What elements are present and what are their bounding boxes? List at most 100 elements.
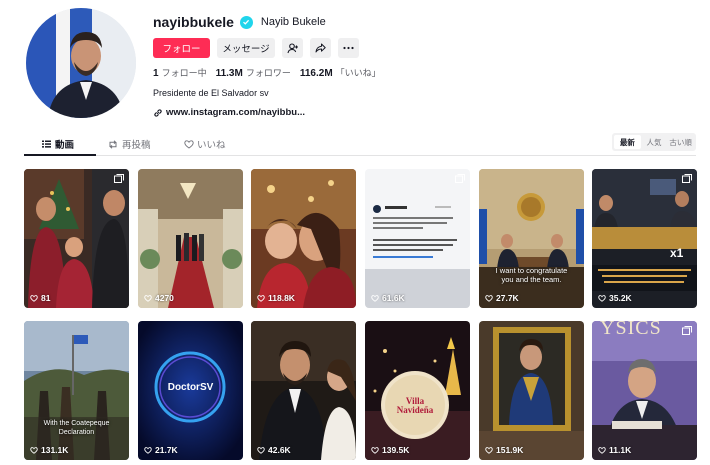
video-card[interactable]: x1 35.2K [592,169,697,308]
sort-switch: 最新 人気 古い順 [612,133,696,151]
view-count: 11.1K [598,445,631,455]
heart-outline-icon [30,446,38,454]
view-count: 151.9K [485,445,523,455]
followers-label: フォロワー [245,68,291,78]
view-count: 21.7K [144,445,178,455]
view-count: 81 [30,293,50,303]
video-card[interactable]: 4270 [138,169,243,308]
video-caption-text: I want to congratulate you and the team. [495,266,568,285]
view-count-text: 42.6K [268,445,291,455]
heart-outline-icon [144,294,152,302]
sort-popular-button[interactable]: 人気 [641,135,668,149]
video-thumbnail [479,169,584,308]
profile-bio: Presidente de El Salvador sv [153,88,269,98]
suggest-user-button[interactable] [282,38,303,58]
profile-info: nayibbukele Nayib Bukele フォロー メッセージ 1 フォ… [153,13,513,118]
follow-button[interactable]: フォロー [153,38,210,58]
following-stat[interactable]: 1 フォロー中 [153,66,207,79]
video-card[interactable]: DoctorSV 21.7K [138,321,243,460]
profile-avatar[interactable] [26,8,136,118]
followers-count: 11.3M [215,68,243,79]
share-icon [315,43,326,53]
heart-outline-icon [598,446,606,454]
heart-outline-icon [485,294,493,302]
active-tab-indicator [24,154,96,156]
heart-outline-icon [257,294,265,302]
username: nayibbukele [153,14,234,30]
video-thumbnail [251,321,356,460]
following-count: 1 [153,68,159,79]
video-card[interactable]: With the Coatepeque Declaration 131.1K [24,321,129,460]
video-thumbnail [365,321,470,460]
heart-outline-icon [485,446,493,454]
video-card[interactable]: 42.6K [251,321,356,460]
profile-tabs: 動画 再投稿 いいね 最新 人気 古い順 [24,133,696,156]
video-card[interactable]: YSICS 11.1K [592,321,697,460]
svg-text:x1: x1 [670,246,684,260]
tab-videos[interactable]: 動画 [42,137,74,151]
likes-stat: 116.2M 「いいね」 [300,66,381,79]
heart-outline-icon [30,294,38,302]
multi-photo-icon [114,174,124,183]
more-dots-icon [343,46,354,50]
followers-stat[interactable]: 11.3M フォロワー [216,66,291,79]
video-card[interactable]: 151.9K [479,321,584,460]
video-thumbnail [24,169,129,308]
video-thumbnail [251,169,356,308]
more-button[interactable] [338,38,359,58]
video-card[interactable]: I want to congratulate you and the team.… [479,169,584,308]
likes-label: 「いいね」 [335,68,381,78]
heart-outline-icon [184,139,194,149]
view-count: 4270 [144,293,174,303]
tab-videos-label: 動画 [55,140,75,151]
tab-reposts-label: 再投稿 [122,140,151,151]
nickname: Nayib Bukele [260,16,326,28]
profile-link-text: www.instagram.com/nayibbu... [166,107,306,118]
list-icon [42,140,51,148]
view-count: 27.7K [485,293,519,303]
likes-count: 116.2M [299,68,333,79]
video-thumbnail: x1 [592,169,697,308]
multi-photo-icon [682,174,692,183]
video-thumbnail [479,321,584,460]
link-icon [154,108,162,117]
view-count-text: 35.2K [609,293,632,303]
tab-reposts[interactable]: 再投稿 [108,137,151,151]
following-label: フォロー中 [161,68,207,78]
video-overlay-text: YSICS [600,321,662,339]
video-caption-text: With the Coatepeque Declaration [43,420,110,436]
multi-photo-icon [682,326,692,335]
video-thumbnail [24,321,129,460]
tab-likes[interactable]: いいね [184,137,226,151]
avatar-photo [26,8,136,118]
repost-icon [109,139,117,149]
message-button[interactable]: メッセージ [217,38,275,58]
video-card[interactable]: 61.6K [365,169,470,308]
view-count: 131.1K [30,445,68,455]
multi-photo-icon [455,174,465,183]
video-overlay-text: DoctorSV [167,382,214,393]
video-thumbnail [138,169,243,308]
heart-outline-icon [598,294,606,302]
video-card[interactable]: 118.8K [251,169,356,308]
view-count-text: 139.5K [382,445,410,455]
view-count: 139.5K [371,445,409,455]
video-thumbnail [592,321,697,460]
tab-likes-label: いいね [197,140,226,151]
view-count: 42.6K [257,445,291,455]
view-count-text: 118.8K [268,293,295,303]
verified-badge-icon [239,15,253,29]
view-count-text: 131.1K [41,445,69,455]
view-count: 118.8K [257,293,295,303]
heart-outline-icon [371,294,379,302]
view-count-text: 61.6K [382,293,405,303]
view-count-text: 27.7K [496,293,519,303]
heart-outline-icon [371,446,379,454]
sort-latest-button[interactable]: 最新 [614,135,641,149]
video-card[interactable]: Villa Navideña 139.5K [365,321,470,460]
sort-oldest-button[interactable]: 古い順 [667,135,694,149]
view-count-text: 11.1K [609,445,632,455]
share-button[interactable] [310,38,331,58]
video-card[interactable]: 81 [24,169,129,308]
profile-link[interactable]: www.instagram.com/nayibbu... [153,107,513,118]
